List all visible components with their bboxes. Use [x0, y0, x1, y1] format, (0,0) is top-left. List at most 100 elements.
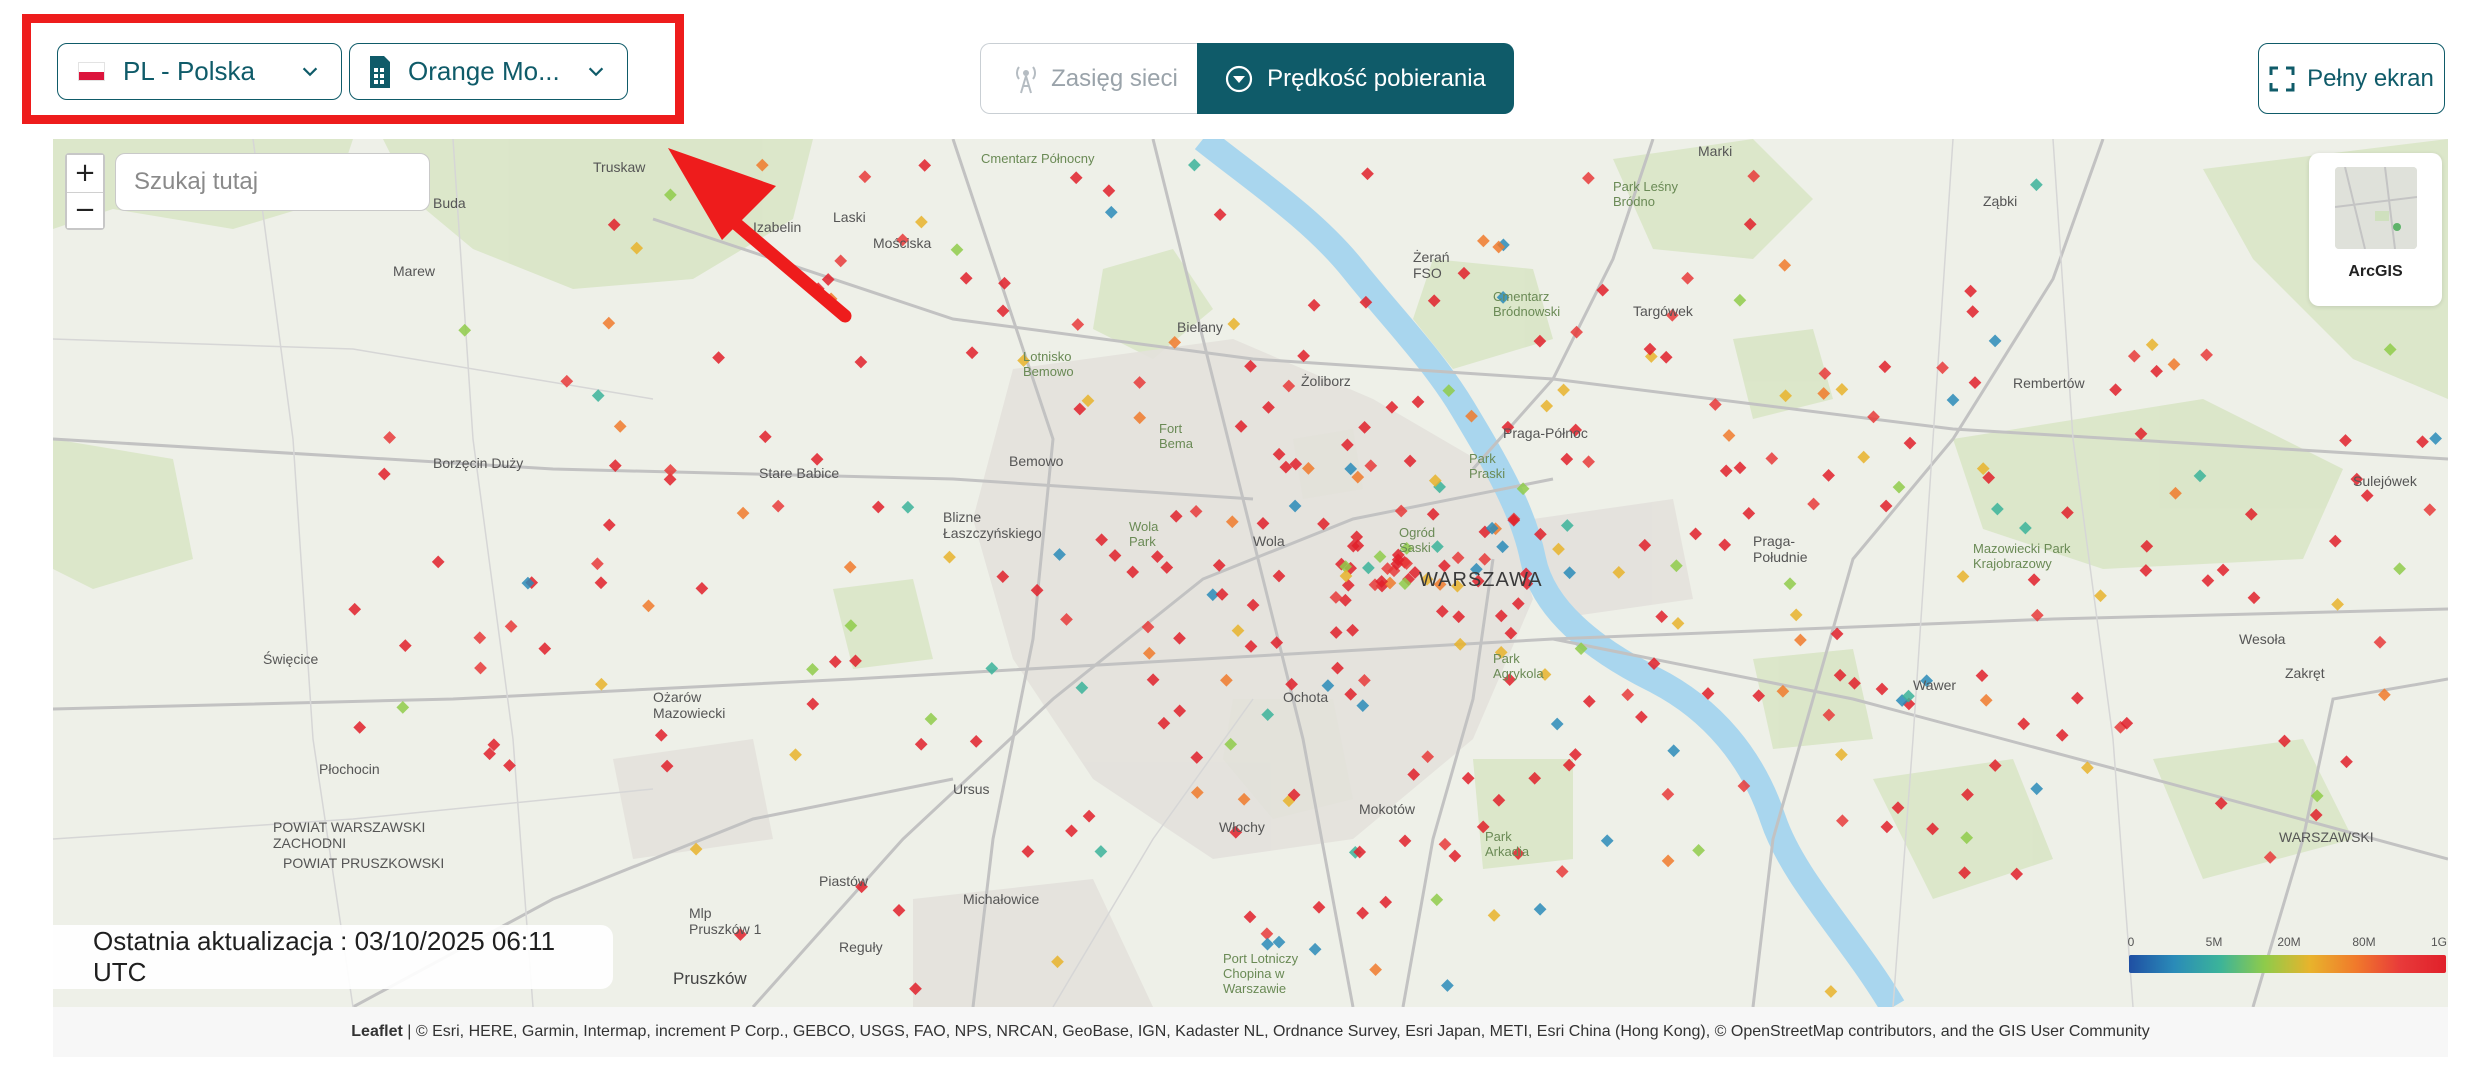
speed-point[interactable] — [1692, 844, 1705, 857]
speed-point[interactable] — [854, 355, 868, 369]
speed-point[interactable] — [377, 467, 391, 481]
leaflet-link[interactable]: Leaflet — [351, 1023, 403, 1040]
speed-point[interactable] — [1671, 617, 1685, 630]
speed-point[interactable] — [1661, 854, 1675, 868]
country-select[interactable]: PL - Polska — [57, 43, 342, 100]
speed-point[interactable] — [1243, 910, 1257, 924]
speed-point[interactable] — [1398, 834, 1412, 848]
tab-download-speed[interactable]: Prędkość pobierania — [1197, 43, 1514, 114]
speed-point[interactable] — [2071, 691, 2084, 705]
speed-point[interactable] — [1867, 410, 1880, 424]
speed-point[interactable] — [1082, 809, 1096, 823]
speed-point[interactable] — [2145, 338, 2159, 352]
speed-point[interactable] — [1742, 507, 1756, 520]
speed-point[interactable] — [1477, 234, 1490, 248]
speed-point[interactable] — [1879, 499, 1893, 513]
speed-point[interactable] — [1722, 429, 1736, 442]
speed-point[interactable] — [398, 639, 412, 652]
speed-point[interactable] — [736, 506, 750, 520]
speed-point[interactable] — [602, 518, 616, 532]
speed-point[interactable] — [1880, 820, 1894, 834]
speed-point[interactable] — [1582, 695, 1596, 708]
speed-point[interactable] — [2127, 349, 2141, 363]
speed-point[interactable] — [1878, 360, 1892, 374]
speed-point[interactable] — [892, 904, 906, 917]
speed-point[interactable] — [1689, 527, 1702, 541]
speed-point[interactable] — [771, 499, 785, 513]
speed-point[interactable] — [1892, 480, 1906, 494]
speed-point[interactable] — [2167, 358, 2181, 371]
speed-point[interactable] — [1570, 325, 1583, 339]
search-input[interactable] — [134, 168, 444, 196]
speed-point[interactable] — [1718, 538, 1732, 552]
speed-point[interactable] — [1557, 383, 1570, 397]
speed-point[interactable] — [1667, 744, 1681, 758]
speed-point[interactable] — [591, 557, 604, 571]
speed-point[interactable] — [901, 500, 915, 514]
speed-point[interactable] — [1733, 293, 1747, 307]
speed-point[interactable] — [1789, 608, 1803, 622]
speed-point[interactable] — [458, 323, 472, 337]
speed-point[interactable] — [1297, 349, 1310, 363]
zoom-out-button[interactable]: − — [67, 191, 103, 228]
speed-point[interactable] — [1681, 271, 1694, 285]
speed-point[interactable] — [1600, 834, 1614, 848]
speed-point[interactable] — [1312, 900, 1326, 914]
speed-point[interactable] — [1875, 682, 1889, 696]
speed-point[interactable] — [834, 254, 848, 268]
speed-point[interactable] — [348, 602, 362, 616]
speed-point[interactable] — [1430, 893, 1444, 907]
speed-point[interactable] — [2150, 364, 2163, 378]
speed-point[interactable] — [1065, 824, 1078, 838]
speed-point[interactable] — [353, 721, 367, 734]
speed-point[interactable] — [2331, 598, 2344, 611]
speed-point[interactable] — [2340, 755, 2353, 769]
speed-point[interactable] — [2109, 383, 2122, 397]
speed-point[interactable] — [1213, 208, 1227, 221]
speed-point[interactable] — [1621, 688, 1635, 702]
speed-point[interactable] — [2360, 489, 2374, 502]
speed-point[interactable] — [1655, 610, 1669, 623]
speed-point[interactable] — [806, 697, 820, 711]
speed-point[interactable] — [858, 170, 872, 184]
speed-point[interactable] — [2429, 432, 2442, 445]
speed-point[interactable] — [1979, 693, 1993, 707]
speed-point[interactable] — [1988, 334, 2002, 348]
speed-point[interactable] — [1441, 979, 1454, 992]
speed-point[interactable] — [1635, 710, 1648, 724]
speed-point[interactable] — [1778, 258, 1792, 272]
speed-point[interactable] — [613, 420, 627, 433]
speed-point[interactable] — [1461, 771, 1475, 785]
speed-point[interactable] — [2393, 562, 2406, 576]
speed-point[interactable] — [602, 316, 616, 330]
speed-point[interactable] — [1188, 158, 1201, 172]
speed-point[interactable] — [943, 550, 956, 564]
speed-point[interactable] — [1719, 464, 1733, 478]
speed-point[interactable] — [1550, 717, 1564, 731]
speed-point[interactable] — [1272, 935, 1286, 949]
speed-point[interactable] — [2017, 717, 2031, 731]
speed-point[interactable] — [1307, 298, 1321, 312]
map-canvas[interactable]: WARSZAWA Truskaw Buda Izabelin Laski Moś… — [53, 139, 2448, 1007]
speed-point[interactable] — [1308, 942, 1322, 956]
speed-point[interactable] — [654, 728, 668, 742]
speed-point[interactable] — [1379, 895, 1393, 909]
speed-point[interactable] — [806, 663, 819, 676]
speed-point[interactable] — [1836, 814, 1849, 828]
speed-point[interactable] — [695, 582, 709, 595]
speed-point[interactable] — [664, 464, 677, 477]
speed-point[interactable] — [2030, 178, 2043, 192]
speed-point[interactable] — [1822, 469, 1835, 482]
speed-point[interactable] — [474, 661, 487, 675]
speed-point[interactable] — [811, 282, 825, 296]
speed-point[interactable] — [789, 748, 802, 762]
speed-point[interactable] — [2094, 589, 2107, 603]
speed-point[interactable] — [959, 271, 973, 285]
speed-point[interactable] — [2055, 728, 2069, 742]
speed-point[interactable] — [1835, 748, 1848, 761]
speed-point[interactable] — [1104, 205, 1118, 219]
speed-point[interactable] — [824, 292, 838, 306]
speed-point[interactable] — [1956, 570, 1970, 583]
speed-point[interactable] — [1835, 383, 1849, 396]
speed-point[interactable] — [431, 555, 445, 569]
